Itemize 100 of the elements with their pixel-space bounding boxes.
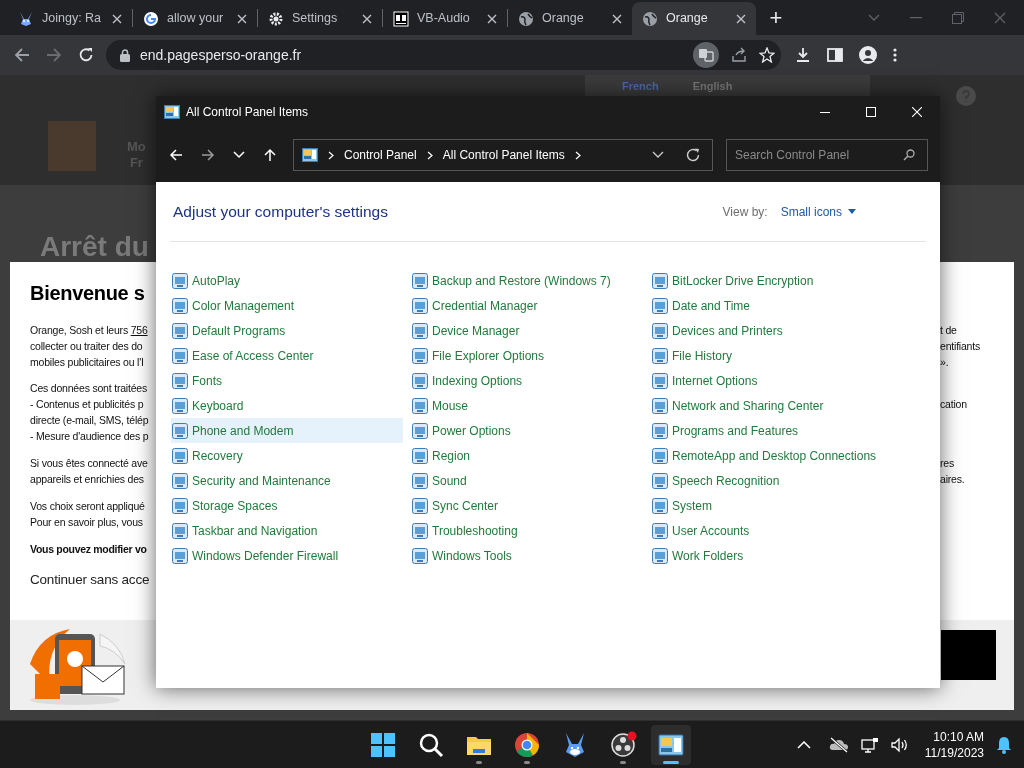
close-icon[interactable] xyxy=(612,13,622,24)
reload-icon[interactable] xyxy=(78,47,94,63)
applet-link[interactable]: BitLocker Drive Encryption xyxy=(651,268,883,293)
forward-icon[interactable] xyxy=(201,148,215,162)
applet-icon xyxy=(172,522,188,539)
applet-link[interactable]: Troubleshooting xyxy=(411,518,643,543)
body-text: directe (e-mail, SMS, télép xyxy=(30,413,149,428)
applet-link[interactable]: Color Management xyxy=(171,293,403,318)
browser-tab[interactable]: Orange xyxy=(632,2,756,35)
volume-icon[interactable] xyxy=(890,736,909,753)
new-tab-button[interactable]: + xyxy=(764,7,788,29)
chevron-right-icon xyxy=(328,150,334,160)
applet-icon xyxy=(412,322,428,339)
applet-icon xyxy=(652,522,668,539)
applet-link[interactable]: Ease of Access Center xyxy=(171,343,403,368)
tab-title: Joingy: Ra xyxy=(42,10,103,28)
restore-icon[interactable] xyxy=(952,11,964,24)
applet-link[interactable]: Region xyxy=(411,443,643,468)
applet-link[interactable]: User Accounts xyxy=(651,518,883,543)
applet-icon xyxy=(652,272,668,289)
taskbar-button[interactable] xyxy=(651,724,691,765)
policy-link[interactable]: 756 xyxy=(130,324,148,336)
search-field[interactable]: Search Control Panel xyxy=(726,139,928,171)
applet-link[interactable]: RemoteApp and Desktop Connections xyxy=(651,443,883,468)
applet-icon xyxy=(652,372,668,389)
applet-link[interactable]: System xyxy=(651,493,883,518)
applet-link[interactable]: AutoPlay xyxy=(171,268,403,293)
applet-icon xyxy=(172,272,188,289)
applet-link[interactable]: Default Programs xyxy=(171,318,403,343)
translate-icon[interactable] xyxy=(693,42,719,68)
applet-link[interactable]: Programs and Features xyxy=(651,418,883,443)
applet-link[interactable]: Power Options xyxy=(411,418,643,443)
applet-link[interactable]: Storage Spaces xyxy=(171,493,403,518)
applet-link[interactable]: Speech Recognition xyxy=(651,468,883,493)
close-icon[interactable] xyxy=(736,13,746,24)
applet-link[interactable]: Network and Sharing Center xyxy=(651,393,883,418)
clock[interactable]: 10:10 AM 11/19/2023 xyxy=(924,728,984,761)
share-icon[interactable] xyxy=(731,47,747,63)
applet-icon xyxy=(412,297,428,314)
close-icon[interactable] xyxy=(237,13,247,24)
applet-link[interactable]: Windows Tools xyxy=(411,543,643,568)
body-text: t de xyxy=(940,323,957,338)
record-icon xyxy=(609,730,637,759)
applet-link[interactable]: File History xyxy=(651,343,883,368)
view-by-dropdown[interactable]: Small icons xyxy=(780,202,856,221)
applet-link[interactable]: Security and Maintenance xyxy=(171,468,403,493)
maximize-icon[interactable] xyxy=(866,107,876,117)
address-bar[interactable]: Control Panel All Control Panel Items xyxy=(293,139,713,171)
applet-link[interactable]: Fonts xyxy=(171,368,403,393)
applet-link[interactable]: Sound xyxy=(411,468,643,493)
refresh-icon[interactable] xyxy=(686,148,700,162)
address-bar[interactable]: end.pagesperso-orange.fr xyxy=(106,40,781,70)
applet-link[interactable]: Phone and Modem xyxy=(171,418,403,443)
download-icon[interactable] xyxy=(795,47,811,63)
body-text: Orange, Sosh et leurs 756 xyxy=(30,323,148,338)
continue-link[interactable]: Continuer sans acce xyxy=(30,571,150,589)
applet-link[interactable]: File Explorer Options xyxy=(411,343,643,368)
body-text: Pour en savoir plus, vous xyxy=(30,515,143,530)
network-icon[interactable] xyxy=(860,736,879,753)
close-icon[interactable] xyxy=(487,13,497,24)
body-text: mobiles publicitaires ou l'I xyxy=(30,355,144,370)
applet-link[interactable]: Taskbar and Navigation xyxy=(171,518,403,543)
applet-link[interactable]: Date and Time xyxy=(651,293,883,318)
notification-bell-icon[interactable] xyxy=(996,735,1012,754)
applet-icon xyxy=(652,397,668,414)
browser-tab[interactable]: Joingy: Ra xyxy=(8,2,132,35)
up-icon[interactable] xyxy=(263,148,277,162)
browser-tab[interactable]: Settings xyxy=(258,2,382,35)
browser-tab[interactable]: Orange xyxy=(508,2,632,35)
chevron-up-icon[interactable] xyxy=(796,740,811,749)
applet-link[interactable]: Mouse xyxy=(411,393,643,418)
applet-link[interactable]: Work Folders xyxy=(651,543,883,568)
body-text: aires. xyxy=(940,472,965,487)
applet-link[interactable]: Backup and Restore (Windows 7) xyxy=(411,268,643,293)
applet-link[interactable]: Keyboard xyxy=(171,393,403,418)
browser-tab[interactable]: VB-Audio xyxy=(383,2,507,35)
applet-link[interactable]: Windows Defender Firewall xyxy=(171,543,403,568)
star-icon[interactable] xyxy=(759,47,775,63)
applet-link[interactable]: Indexing Options xyxy=(411,368,643,393)
breadcrumb-item[interactable]: All Control Panel Items xyxy=(442,146,565,164)
menu-icon[interactable] xyxy=(893,47,897,63)
search-icon[interactable] xyxy=(903,149,915,161)
close-icon[interactable] xyxy=(112,13,122,24)
browser-tab[interactable]: allow your xyxy=(133,2,257,35)
applet-link[interactable]: Sync Center xyxy=(411,493,643,518)
cloud-off-icon[interactable] xyxy=(828,736,849,753)
side-panel-icon[interactable] xyxy=(827,47,843,63)
applet-icon xyxy=(172,447,188,464)
applet-link[interactable]: Recovery xyxy=(171,443,403,468)
globe-icon xyxy=(642,10,658,27)
applet-link[interactable]: Device Manager xyxy=(411,318,643,343)
breadcrumb-item[interactable]: Control Panel xyxy=(344,146,417,164)
close-icon[interactable] xyxy=(362,13,372,24)
applet-link[interactable]: Devices and Printers xyxy=(651,318,883,343)
applet-icon xyxy=(172,497,188,514)
applet-link[interactable]: Internet Options xyxy=(651,368,883,393)
gear-icon xyxy=(268,10,284,27)
applet-icon xyxy=(172,472,188,489)
applet-link[interactable]: Credential Manager xyxy=(411,293,643,318)
profile-icon[interactable] xyxy=(859,46,877,64)
